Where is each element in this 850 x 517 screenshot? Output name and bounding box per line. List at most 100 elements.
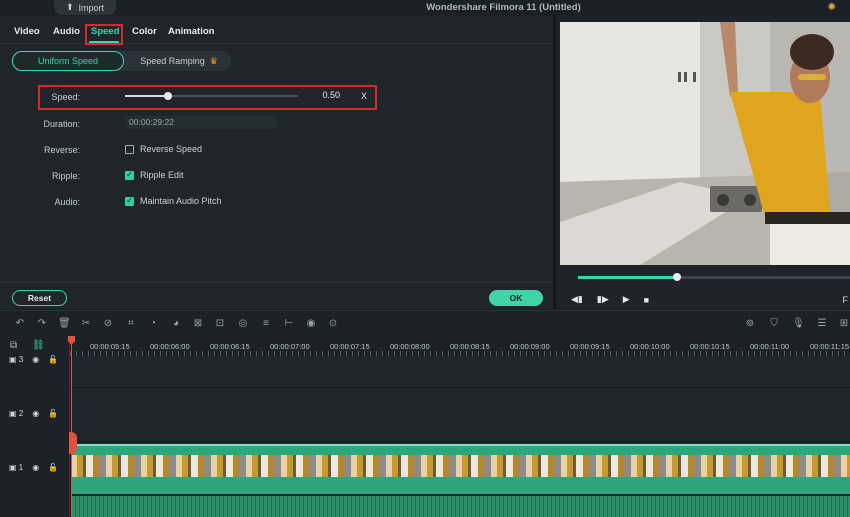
ripple-edit-option[interactable]: ✓ Ripple Edit (125, 170, 184, 180)
stabilize-icon[interactable]: ⊠ (192, 318, 204, 330)
tag-icon[interactable]: ⊘ (102, 318, 114, 330)
color-icon[interactable]: ◕ (170, 318, 182, 330)
track-3-number: 3 (18, 355, 24, 364)
reverse-speed-text: Reverse Speed (140, 144, 203, 154)
reverse-label: Reverse: (43, 145, 80, 155)
speed-ramping-label: Speed Ramping (140, 56, 205, 66)
silence-icon[interactable]: ⊙ (327, 318, 339, 330)
link-icon[interactable]: ⛓ (32, 340, 45, 351)
preview-progress-fill (578, 276, 677, 279)
track-1-label: ▣ 1 (9, 463, 24, 472)
ruler-time-label: 00:00:05:15 (90, 342, 130, 351)
shield-icon[interactable]: ⛉ (768, 318, 780, 330)
audio-label: Audio: (54, 197, 80, 207)
microphone-icon[interactable]: 🎙 (792, 318, 805, 330)
eye-icon[interactable]: ◉ (32, 355, 39, 364)
crop-icon[interactable]: ⌗ (125, 318, 137, 330)
speed-tab-highlight (85, 24, 123, 45)
crown-icon: ♛ (209, 55, 218, 66)
ruler-time-label: 00:00:07:15 (330, 342, 370, 351)
ruler-time-label: 00:00:09:15 (570, 342, 610, 351)
lightbulb-icon[interactable]: ✺ (828, 2, 836, 13)
duration-field[interactable]: 00:00:29:22 (125, 116, 277, 129)
stop-icon[interactable]: ■ (644, 295, 649, 305)
track-1-number: 1 (18, 463, 24, 472)
lock-icon[interactable]: 🔓 (48, 463, 58, 472)
timeline-ruler[interactable]: 00:00:05:15 00:00:06:00 00:00:06:15 00:00:0… (70, 336, 850, 356)
ripple-label: Ripple: (51, 171, 80, 181)
redo-icon[interactable]: ↷ (36, 318, 48, 330)
eye-icon[interactable]: ◉ (32, 409, 39, 418)
ruler-time-label: 00:00:11:15 (810, 342, 850, 351)
zoom-icon[interactable]: ⊞ (838, 318, 850, 330)
speed-ramping-tab[interactable]: Speed Ramping ♛ (127, 51, 231, 71)
step-back-icon[interactable]: ◀▮ (571, 294, 583, 305)
uniform-speed-label: Uniform Speed (37, 56, 99, 66)
preview-progress-bar[interactable] (578, 273, 850, 281)
track-2[interactable] (70, 389, 850, 442)
preview-panel: ◀▮ ▮▶ ▶ ■ F (553, 16, 850, 309)
ruler-time-label: 00:00:10:15 (690, 342, 730, 351)
ruler-time-label: 00:00:06:15 (210, 342, 250, 351)
speed-mode-switch: Uniform Speed Speed Ramping ♛ (11, 51, 231, 71)
video-clip[interactable] (71, 444, 850, 494)
tab-animation[interactable]: Animation (168, 26, 214, 37)
panel-divider (0, 282, 553, 283)
audio-stretch-icon[interactable]: ◉ (305, 318, 317, 330)
lock-icon[interactable]: 🔓 (48, 409, 58, 418)
eye-icon[interactable]: ◉ (32, 463, 39, 472)
tab-color[interactable]: Color (132, 26, 157, 37)
app-title: Wondershare Filmora 11 (Untitled) (426, 2, 581, 13)
audio-waveform[interactable] (71, 496, 850, 517)
ruler-time-label: 00:00:08:00 (390, 342, 430, 351)
speed-icon[interactable]: ◔ (147, 318, 159, 330)
properties-panel: Video Audio Speed Color Animation Unifor… (0, 16, 553, 309)
reset-button[interactable]: Reset (12, 290, 67, 306)
play-icon[interactable]: ▶ (623, 294, 630, 305)
track-2-label: ▣ 2 (9, 409, 24, 418)
ok-button[interactable]: OK (489, 290, 543, 306)
undo-icon[interactable]: ↶ (14, 318, 26, 330)
mask-icon[interactable]: ◎ (237, 318, 249, 330)
tab-audio[interactable]: Audio (53, 26, 80, 37)
track-header-3: ▣ 3 ◉ 🔓 (0, 355, 70, 364)
step-forward-icon[interactable]: ▮▶ (597, 294, 609, 305)
motion-icon[interactable]: ⊡ (214, 318, 226, 330)
ruler-time-label: 00:00:10:00 (630, 342, 670, 351)
playhead[interactable] (71, 336, 72, 517)
split-icon[interactable]: ⊢ (283, 318, 295, 330)
lock-icon[interactable]: 🔓 (48, 355, 58, 364)
render-icon[interactable]: ⊚ (744, 318, 756, 330)
speed-slider[interactable] (125, 92, 298, 100)
property-tabs: Video Audio Speed Color Animation (0, 16, 553, 44)
title-bar: ⬆ Import Wondershare Filmora 11 (Untitle… (0, 0, 850, 16)
uniform-speed-tab[interactable]: Uniform Speed (12, 51, 124, 71)
cut-icon[interactable]: ✂ (80, 318, 92, 330)
preview-frame-image (560, 22, 850, 265)
adjust-icon[interactable]: ≡ (260, 318, 272, 330)
add-track-icon[interactable]: ⧉ (10, 340, 17, 351)
speed-label: Speed: (51, 92, 80, 102)
track-3[interactable] (70, 356, 850, 388)
ruler-time-label: 00:00:11:00 (750, 342, 790, 351)
duration-label: Duration: (43, 119, 80, 129)
maintain-pitch-option[interactable]: ✓ Maintain Audio Pitch (125, 196, 222, 206)
reverse-speed-option[interactable]: Reverse Speed (125, 144, 202, 154)
preview-progress-knob[interactable] (673, 273, 681, 281)
speed-value[interactable]: 0.50 (310, 90, 340, 104)
preview-fullscreen-label[interactable]: F (843, 295, 849, 305)
delete-icon[interactable]: 🗑 (58, 318, 71, 330)
reverse-speed-checkbox[interactable] (125, 144, 134, 154)
clip-thumbnails (71, 455, 850, 477)
maintain-pitch-text: Maintain Audio Pitch (140, 196, 222, 206)
maintain-pitch-checkbox[interactable]: ✓ (125, 196, 134, 206)
tab-video[interactable]: Video (14, 26, 40, 37)
ruler-time-label: 00:00:09:00 (510, 342, 550, 351)
timeline-toolbar: ↶ ↷ 🗑 ✂ ⊘ ⌗ ◔ ◕ ⊠ ⊡ ◎ ≡ ⊢ ◉ ⊙ ⊚ ⛉ 🎙 ☰ ⊞ (0, 310, 850, 336)
speed-slider-fill (125, 95, 169, 97)
track-header-2: ▣ 2 ◉ 🔓 (0, 409, 70, 418)
mixer-icon[interactable]: ☰ (816, 318, 828, 330)
ruler-time-label: 00:00:07:00 (270, 342, 310, 351)
video-preview[interactable] (560, 22, 850, 265)
ripple-edit-checkbox[interactable]: ✓ (125, 170, 134, 180)
